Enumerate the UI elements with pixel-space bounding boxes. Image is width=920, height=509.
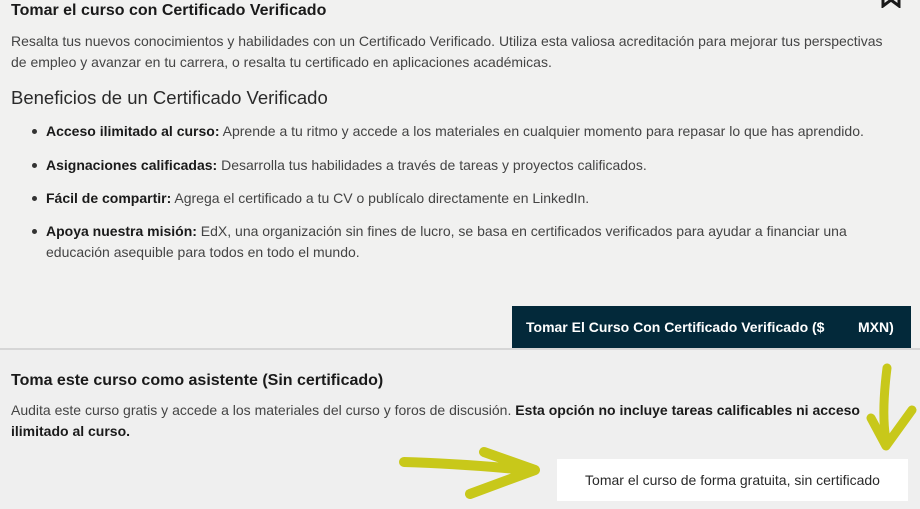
benefit-text: Desarrolla tus habilidades a través de t… xyxy=(217,157,647,173)
benefit-item-support-mission: Apoya nuestra misión: EdX, una organizac… xyxy=(29,221,909,263)
verified-button-label: Tomar El Curso Con Certificado Verificad… xyxy=(526,319,825,335)
verified-certificate-section: Tomar el curso con Certificado Verificad… xyxy=(0,0,920,348)
benefit-item-easy-sharing: Fácil de compartir: Agrega el certificad… xyxy=(29,188,909,209)
benefit-text: Aprende a tu ritmo y accede a los materi… xyxy=(219,123,864,139)
benefit-item-graded-assignments: Asignaciones calificadas: Desarrolla tus… xyxy=(29,155,909,176)
take-verified-course-button[interactable]: Tomar El Curso Con Certificado Verificad… xyxy=(512,306,911,348)
benefits-title: Beneficios de un Certificado Verificado xyxy=(11,87,328,108)
benefits-list: Acceso ilimitado al curso: Aprende a tu … xyxy=(29,121,909,263)
audit-title: Toma este curso como asistente (Sin cert… xyxy=(11,372,384,389)
audit-description-text: Audita este curso gratis y accede a los … xyxy=(11,402,516,418)
benefit-label: Apoya nuestra misión: xyxy=(46,223,197,239)
verified-title: Tomar el curso con Certificado Verificad… xyxy=(11,2,327,19)
benefit-label: Fácil de compartir: xyxy=(46,190,172,206)
benefit-text: Agrega el certificado a tu CV o publícal… xyxy=(171,190,590,206)
audit-description: Audita este curso gratis y accede a los … xyxy=(11,400,881,442)
verified-description: Resalta tus nuevos conocimientos y habil… xyxy=(11,33,883,70)
benefit-label: Acceso ilimitado al curso: xyxy=(46,123,220,139)
benefit-item-unlimited-access: Acceso ilimitado al curso: Aprende a tu … xyxy=(29,121,909,142)
verified-button-currency: MXN) xyxy=(858,319,894,335)
benefit-label: Asignaciones calificadas: xyxy=(46,157,218,173)
take-free-course-button[interactable]: Tomar el curso de forma gratuita, sin ce… xyxy=(557,459,908,501)
bookmark-icon[interactable] xyxy=(880,0,902,8)
